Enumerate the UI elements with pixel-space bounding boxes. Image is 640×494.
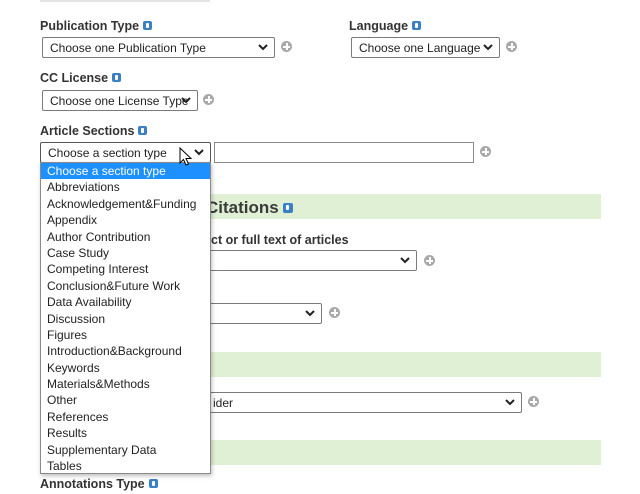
chevron-down-icon: [400, 257, 410, 264]
citations-select[interactable]: [205, 250, 417, 271]
dropdown-option[interactable]: Tables: [41, 458, 210, 474]
top-divider: [40, 0, 210, 2]
chevron-down-icon: [505, 399, 515, 406]
info-icon[interactable]: [282, 203, 293, 213]
article-sections-label-text: Article Sections: [40, 124, 135, 138]
dropdown-option[interactable]: Figures: [41, 327, 210, 343]
cc-license-label-text: CC License: [40, 71, 109, 85]
dropdown-option[interactable]: Discussion: [41, 311, 210, 327]
dropdown-option[interactable]: Acknowledgement&Funding: [41, 196, 210, 212]
citations-section-title: Citations: [206, 198, 293, 218]
info-icon[interactable]: [148, 479, 158, 488]
info-icon[interactable]: [112, 73, 122, 82]
publication-type-label: Publication Type: [40, 19, 153, 33]
article-section-dropdown-list[interactable]: Choose a section type Abbreviations Ackn…: [40, 162, 211, 474]
dropdown-option[interactable]: Data Availability: [41, 294, 210, 310]
publication-type-select[interactable]: Choose one Publication Type: [42, 37, 275, 58]
dropdown-option[interactable]: Author Contribution: [41, 229, 210, 245]
publication-type-label-text: Publication Type: [40, 19, 140, 33]
chevron-down-icon: [305, 310, 315, 317]
chevron-down-icon: [258, 44, 268, 51]
article-section-selected: Choose a section type: [48, 146, 167, 160]
chevron-down-icon: [181, 97, 191, 104]
cc-license-label: CC License: [40, 71, 122, 85]
language-label: Language: [349, 19, 422, 33]
dropdown-option[interactable]: Keywords: [41, 360, 210, 376]
add-publication-type-icon[interactable]: [281, 41, 292, 52]
dropdown-option[interactable]: References: [41, 409, 210, 425]
add-provider-icon[interactable]: [528, 396, 539, 407]
annotations-type-label-text: Annotations Type: [40, 477, 145, 491]
citations-field-label: ct or full text of articles: [211, 233, 349, 247]
dropdown-option[interactable]: Appendix: [41, 212, 210, 228]
dropdown-option[interactable]: Other: [41, 392, 210, 408]
language-select[interactable]: Choose one Language: [351, 37, 500, 58]
secondary-select[interactable]: [205, 303, 322, 324]
info-icon[interactable]: [143, 21, 153, 30]
language-label-text: Language: [349, 19, 409, 33]
cc-license-select[interactable]: Choose one License Type: [42, 90, 198, 111]
add-cc-license-icon[interactable]: [203, 94, 214, 105]
dropdown-option[interactable]: Introduction&Background: [41, 343, 210, 359]
publication-type-selected: Choose one Publication Type: [50, 41, 206, 55]
add-language-icon[interactable]: [506, 41, 517, 52]
dropdown-option[interactable]: Abbreviations: [41, 179, 210, 195]
dropdown-option[interactable]: Case Study: [41, 245, 210, 261]
article-section-text-input[interactable]: [214, 142, 474, 163]
citations-title-text: Citations: [206, 198, 279, 217]
provider-selected: ider: [213, 396, 234, 410]
chevron-down-icon: [483, 44, 493, 51]
dropdown-option[interactable]: Competing Interest: [41, 261, 210, 277]
provider-select[interactable]: ider: [205, 392, 522, 413]
annotations-type-label: Annotations Type: [40, 477, 158, 491]
dropdown-option[interactable]: Materials&Methods: [41, 376, 210, 392]
dropdown-option[interactable]: Conclusion&Future Work: [41, 278, 210, 294]
add-article-section-icon[interactable]: [480, 146, 491, 157]
add-secondary-icon[interactable]: [329, 307, 340, 318]
mouse-cursor-icon: [179, 147, 193, 166]
dropdown-option[interactable]: Results: [41, 425, 210, 441]
info-icon[interactable]: [412, 21, 422, 30]
info-icon[interactable]: [138, 126, 148, 135]
add-citations-icon[interactable]: [424, 255, 435, 266]
language-selected: Choose one Language: [359, 41, 481, 55]
article-sections-label: Article Sections: [40, 124, 148, 138]
cc-license-selected: Choose one License Type: [50, 94, 189, 108]
chevron-down-icon: [194, 149, 204, 156]
dropdown-option[interactable]: Supplementary Data: [41, 442, 210, 458]
